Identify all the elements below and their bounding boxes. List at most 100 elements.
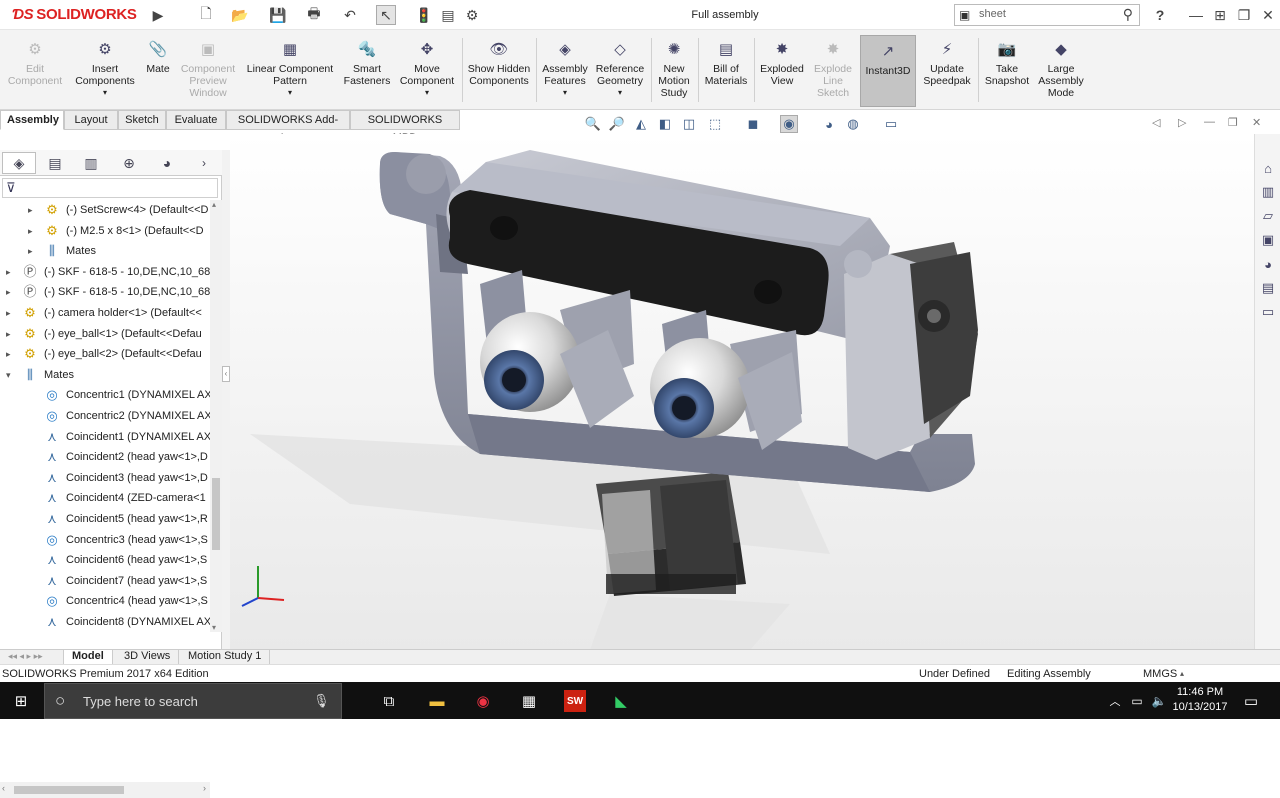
tree-item[interactable]: ⋏ Coincident8 (DYNAMIXEL AX xyxy=(0,612,210,630)
tree-item[interactable]: ⋏ Coincident4 (ZED-camera<1 xyxy=(0,488,210,508)
assembly-model-render[interactable] xyxy=(230,134,1254,650)
linear-component-pattern-button[interactable]: ▦ Linear Component Pattern ▾ xyxy=(244,34,336,108)
update-speedpak-button[interactable]: ⚡ Update Speedpak xyxy=(920,34,974,108)
tab-3d-views[interactable]: 3D Views xyxy=(116,650,180,664)
previous-window-icon[interactable]: ◁ xyxy=(1152,116,1160,129)
design-library-icon[interactable]: ▥ xyxy=(1258,182,1278,202)
explode-line-sketch-button[interactable]: ✸ Explode Line Sketch xyxy=(810,34,856,108)
tray-chevron-icon[interactable]: ︿ xyxy=(1104,690,1126,712)
close-doc-icon[interactable]: ✕ xyxy=(1252,116,1261,129)
insert-components-button[interactable]: ⚙ Insert Components ▾ xyxy=(70,34,140,108)
print-icon[interactable]: 🖶 xyxy=(304,5,324,25)
expand-toggle-icon[interactable]: ▸ xyxy=(6,303,16,323)
expand-toggle-icon[interactable]: ▸ xyxy=(6,324,16,344)
view-settings-icon[interactable]: ▭ xyxy=(882,115,900,133)
file-properties-icon[interactable]: ▤ xyxy=(438,5,458,25)
property-manager-tab-icon[interactable]: ▤ xyxy=(38,152,72,174)
save-icon[interactable]: 💾 xyxy=(268,5,288,25)
solidworks-logo[interactable]: ƊS SOLIDWORKS xyxy=(12,6,137,23)
select-cursor-icon[interactable]: ↖ xyxy=(376,5,396,25)
tree-item[interactable]: ◎ Concentric4 (head yaw<1>,S xyxy=(0,591,210,611)
help-icon[interactable]: ? xyxy=(1150,5,1170,25)
expand-toggle-icon[interactable]: ▸ xyxy=(28,221,38,241)
assembly-features-button[interactable]: ◈ Assembly Features ▾ xyxy=(540,34,590,108)
tree-item[interactable]: ▸ ⚙ (-) SetScrew<4> (Default<<D xyxy=(0,200,210,220)
tree-item[interactable]: ▸ ⚙ (-) M2.5 x 8<1> (Default<<D xyxy=(0,221,210,241)
minimize-doc-icon[interactable]: — xyxy=(1204,116,1215,128)
zoom-to-area-icon[interactable]: 🔎 xyxy=(608,115,626,133)
tree-item[interactable]: ▸ ⚙ (-) eye_ball<2> (Default<<Defau xyxy=(0,344,210,364)
apply-scene-icon[interactable]: ◍ xyxy=(844,115,862,133)
tab-layout[interactable]: Layout xyxy=(64,110,118,130)
tree-item[interactable]: ⋏ Coincident7 (head yaw<1>,S xyxy=(0,571,210,591)
tree-item[interactable]: ▸ ⚙ (-) camera holder<1> (Default<< xyxy=(0,303,210,323)
volume-icon[interactable]: 🔈 xyxy=(1148,690,1170,712)
mate-button[interactable]: 📎 Mate xyxy=(142,34,174,108)
file-explorer-icon[interactable]: ▬ xyxy=(426,690,448,712)
tree-item[interactable]: ⋏ Coincident5 (head yaw<1>,R xyxy=(0,509,210,529)
scroll-up-icon[interactable]: ▴ xyxy=(212,200,216,209)
panel-splitter[interactable]: ‹ xyxy=(222,150,230,650)
tree-item[interactable]: ▸ Ⓟ (-) SKF - 618-5 - 10,DE,NC,10_68< xyxy=(0,282,210,302)
task-view-icon[interactable]: ⧉ xyxy=(378,690,400,712)
scroll-right-icon[interactable]: › xyxy=(203,783,206,793)
options-gear-icon[interactable]: ⚙ xyxy=(462,5,482,25)
tab-motion-study[interactable]: Motion Study 1 xyxy=(180,650,271,664)
large-assembly-mode-button[interactable]: ◆ Large Assembly Mode xyxy=(1034,34,1088,108)
search-input[interactable] xyxy=(979,8,1109,20)
action-center-icon[interactable]: ▭ xyxy=(1240,690,1262,712)
unit-system[interactable]: MMGS xyxy=(1143,665,1177,683)
tab-sketch[interactable]: Sketch xyxy=(118,110,166,130)
bill-of-materials-button[interactable]: ▤ Bill of Materials xyxy=(702,34,750,108)
network-icon[interactable]: ▭ xyxy=(1126,690,1148,712)
chevron-down-icon[interactable]: ▾ xyxy=(396,87,458,99)
units-dropdown-icon[interactable]: ▴ xyxy=(1180,665,1184,683)
display-manager-tab-icon[interactable]: ◕ xyxy=(150,152,184,174)
tab-assembly[interactable]: Assembly xyxy=(0,110,64,130)
dynamic-annotation-icon[interactable]: ◫ xyxy=(680,115,698,133)
calculator-icon[interactable]: ▦ xyxy=(518,690,540,712)
restore-doc-icon[interactable]: ❐ xyxy=(1228,116,1238,129)
edit-appearance-icon[interactable]: ◕ xyxy=(820,115,838,133)
instant3d-button[interactable]: ↗ Instant3D xyxy=(860,35,916,107)
restore-window-icon[interactable]: ❐ xyxy=(1234,5,1254,25)
tree-vertical-scrollbar[interactable]: ▴ ▾ xyxy=(210,200,222,632)
tree-horizontal-scrollbar[interactable]: ‹ › xyxy=(0,782,210,798)
rebuild-icon[interactable]: 🚦 xyxy=(414,5,434,25)
smart-fasteners-button[interactable]: 🔩 Smart Fasteners xyxy=(340,34,394,108)
edit-component-button[interactable]: ⚙ Edit Component xyxy=(4,34,66,108)
expand-toggle-icon[interactable]: ▸ xyxy=(6,282,16,302)
move-component-button[interactable]: ✥ Move Component ▾ xyxy=(396,34,458,108)
tree-item[interactable]: ⋏ Coincident2 (head yaw<1>,D xyxy=(0,447,210,467)
servo-bottom[interactable] xyxy=(596,472,746,596)
expand-toggle-icon[interactable]: ▸ xyxy=(28,241,38,261)
view-palette-icon[interactable]: ▣ xyxy=(1258,230,1278,250)
tree-item[interactable]: ⋏ Coincident3 (head yaw<1>,D xyxy=(0,468,210,488)
component-preview-button[interactable]: ▣ Component Preview Window xyxy=(176,34,240,108)
tree-item[interactable]: ⋏ Coincident6 (head yaw<1>,S xyxy=(0,550,210,570)
solidworks-taskbar-icon[interactable]: SW xyxy=(564,690,586,712)
section-view-icon[interactable]: ◧ xyxy=(656,115,674,133)
show-hidden-components-button[interactable]: 👁 Show Hidden Components xyxy=(466,34,532,108)
appearances-icon[interactable]: ◕ xyxy=(1258,254,1278,274)
undo-icon[interactable]: ↶ xyxy=(340,5,360,25)
tab-evaluate[interactable]: Evaluate xyxy=(166,110,226,130)
system-clock[interactable]: 11:46 PM 10/13/2017 xyxy=(1170,685,1230,715)
tab-scroll-icons[interactable]: ◂◂ ◂ ▸ ▸▸ xyxy=(0,650,64,664)
expand-menu-icon[interactable]: ▶ xyxy=(148,5,168,25)
app-taskbar-icon[interactable]: ◣ xyxy=(610,690,632,712)
graphics-viewport[interactable] xyxy=(230,134,1254,650)
zoom-to-fit-icon[interactable]: 🔍 xyxy=(584,115,602,133)
tree-item[interactable]: ◎ Concentric2 (DYNAMIXEL AX xyxy=(0,406,210,426)
tree-item[interactable]: ⋏ Coincident1 (DYNAMIXEL AX xyxy=(0,427,210,447)
scroll-left-icon[interactable]: ‹ xyxy=(2,783,5,793)
tab-solidworks-mbd[interactable]: SOLIDWORKS MBD xyxy=(350,110,460,144)
tree-mates-folder[interactable]: ▾ ⫼ Mates xyxy=(0,365,210,385)
tree-item[interactable]: ▸ ⚙ (-) eye_ball<1> (Default<<Defau xyxy=(0,324,210,344)
forum-icon[interactable]: ▭ xyxy=(1258,302,1278,322)
tree-hscroll-thumb[interactable] xyxy=(14,786,124,794)
tree-scroll-thumb[interactable] xyxy=(212,478,220,550)
tile-window-icon[interactable]: ⊞ xyxy=(1210,5,1230,25)
open-document-icon[interactable]: 📂 xyxy=(230,5,250,25)
feature-manager-tab-icon[interactable]: ◈ xyxy=(2,152,36,174)
